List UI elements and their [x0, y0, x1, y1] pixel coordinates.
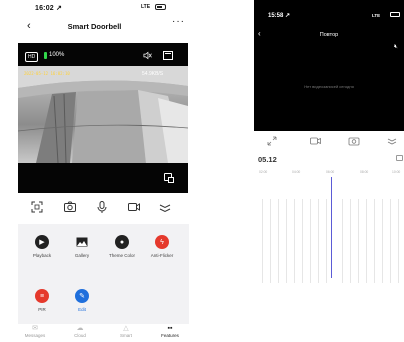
- page-title: Smart Doorbell: [67, 22, 122, 31]
- timeline-tick: 04:00: [292, 170, 301, 174]
- collapse-icon[interactable]: [385, 136, 399, 146]
- tab-bar: ✉ Messages ☁ Cloud △ Smart ▪▪ Features: [18, 324, 189, 342]
- hd-toggle[interactable]: HD: [25, 52, 39, 62]
- status-bar: 16:02 ↗ LTE: [0, 0, 189, 14]
- microphone-icon[interactable]: [95, 200, 109, 214]
- network-label: LTE: [141, 4, 151, 10]
- tab-label: Messages: [24, 333, 46, 338]
- page-title: Повтор: [319, 32, 339, 38]
- palette-icon: ●: [115, 235, 129, 249]
- timeline-cursor[interactable]: [331, 177, 332, 278]
- triangle-icon: △: [123, 325, 129, 332]
- feature-label: PIR: [38, 307, 46, 312]
- tab-label: Features: [161, 333, 179, 338]
- camera-icon[interactable]: [63, 200, 77, 214]
- record-video-icon[interactable]: [309, 136, 323, 146]
- playback-video-panel: [254, 0, 404, 131]
- video-timestamp: 2022-05-12 16:02:10: [24, 71, 70, 76]
- feature-label: Anti-Flicker: [150, 253, 174, 258]
- feature-gallery[interactable]: Gallery: [62, 235, 102, 259]
- feature-theme-color[interactable]: ● Theme Color: [102, 235, 142, 259]
- feature-pir[interactable]: ≡ PIR: [22, 289, 62, 313]
- battery-icon: [390, 12, 400, 17]
- timeline[interactable]: [254, 177, 404, 342]
- screenshot-icon[interactable]: [30, 200, 44, 214]
- battery-percent: 100%: [49, 52, 65, 58]
- cloud-icon: ☁: [76, 325, 84, 332]
- battery-icon: [155, 4, 166, 10]
- tab-features[interactable]: ▪▪ Features: [153, 324, 187, 338]
- record-video-icon[interactable]: [127, 200, 141, 214]
- image-icon: [75, 235, 89, 249]
- status-time: 16:02 ↗: [35, 5, 63, 12]
- feature-label: Edit: [78, 307, 86, 312]
- tab-smart[interactable]: △ Smart: [109, 324, 143, 338]
- status-time: 15:58 ↗: [268, 13, 291, 19]
- pip-icon[interactable]: [164, 173, 174, 183]
- left-phone-screen: 16:02 ↗ LTE ‹ Smart Doorbell ··· HD 100%…: [0, 0, 189, 342]
- feature-anti-flicker[interactable]: ϟ Anti-Flicker: [142, 235, 182, 259]
- timeline-tick: 08:00: [360, 170, 369, 174]
- feature-label: Playback: [32, 253, 52, 258]
- feature-playback[interactable]: ▶ Playback: [22, 235, 62, 259]
- top-nav: ‹ Smart Doorbell ···: [0, 16, 189, 36]
- camera-feed: [18, 66, 188, 163]
- camera-feed-image: [18, 66, 188, 163]
- more-button[interactable]: ···: [172, 16, 185, 27]
- play-icon: ▶: [35, 235, 49, 249]
- bitrate-readout: 54.9KB/S: [142, 71, 164, 77]
- flicker-icon: ϟ: [155, 235, 169, 249]
- mail-icon: ✉: [32, 325, 38, 332]
- tab-label: Cloud: [74, 333, 86, 338]
- mute-icon[interactable]: [143, 51, 152, 60]
- fullscreen-icon[interactable]: [163, 51, 173, 60]
- right-phone-screen: 15:58 ↗ LTE ‹ Повтор 🔇︎ Нет видеозаписей…: [254, 0, 404, 342]
- timeline-tick: 10:00: [392, 170, 401, 174]
- camera-icon[interactable]: [347, 136, 361, 146]
- tab-messages[interactable]: ✉ Messages: [18, 324, 52, 338]
- calendar-icon[interactable]: [396, 155, 403, 161]
- feature-edit[interactable]: ✎ Edit: [62, 289, 102, 313]
- timeline-tick: 06:00: [326, 170, 335, 174]
- feature-label: Gallery: [74, 253, 90, 258]
- collapse-icon[interactable]: [158, 200, 172, 214]
- timeline-tick: 02:00: [259, 170, 268, 174]
- tab-cloud[interactable]: ☁ Cloud: [63, 324, 97, 338]
- mute-icon[interactable]: 🔇︎: [394, 44, 398, 51]
- pencil-icon: ✎: [75, 289, 89, 303]
- empty-recordings-note: Нет видеозаписей сегодня: [304, 84, 354, 89]
- tab-label: Smart: [119, 333, 132, 338]
- network-label: LTE: [372, 13, 381, 18]
- grid-icon: ▪▪: [167, 325, 173, 332]
- expand-icon[interactable]: [265, 136, 279, 146]
- battery-level-icon: [44, 52, 47, 59]
- pir-icon: ≡: [35, 289, 49, 303]
- feature-label: Theme Color: [108, 253, 135, 258]
- selected-date[interactable]: 05.12: [258, 155, 277, 164]
